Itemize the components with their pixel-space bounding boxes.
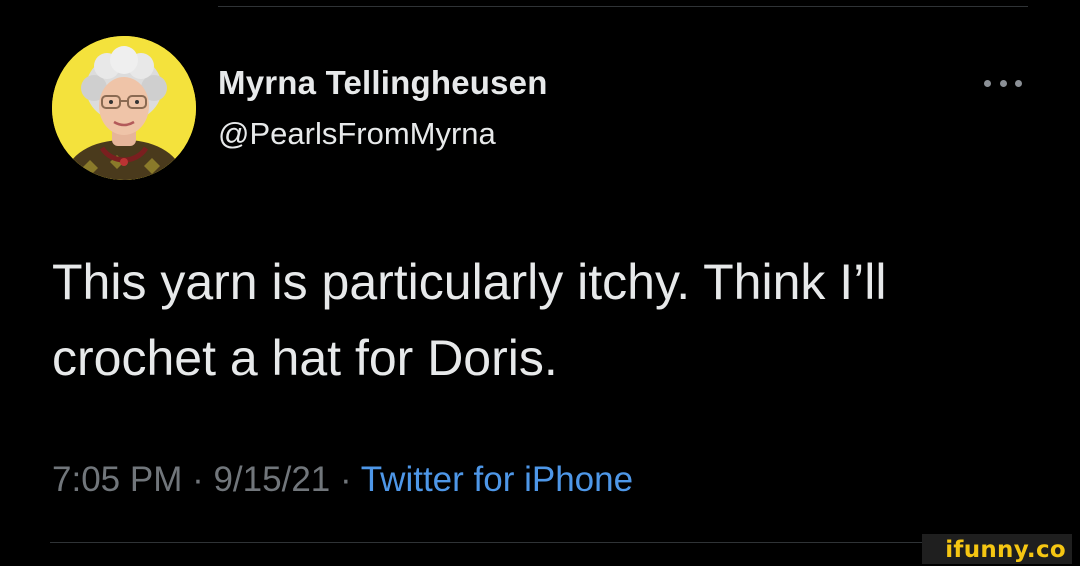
more-horizontal-icon [984,79,991,87]
profile-photo [52,36,196,180]
watermark-logo: ifunny.co [945,537,1066,563]
bottom-divider [50,542,1030,543]
tweet-text: This yarn is particularly itchy. Think I… [52,254,887,386]
more-horizontal-icon-dot [999,79,1007,87]
tweet-metadata: 7:05 PM · 9/15/21 · Twitter for iPhone [52,460,633,500]
user-handle[interactable]: @PearlsFromMyrna [218,116,496,152]
more-horizontal-icon-dot [1015,79,1022,87]
top-divider [218,6,1028,7]
tweet-source-link[interactable]: Twitter for iPhone [361,460,633,499]
avatar[interactable] [52,36,196,180]
tweet-time[interactable]: 7:05 PM [52,460,182,499]
tweet-card: Myrna Tellingheusen @PearlsFromMyrna Thi… [0,0,1080,566]
more-options-button[interactable] [980,70,1026,96]
tweet-date[interactable]: 9/15/21 [213,460,330,499]
watermark-badge: ifunny.co [922,534,1072,564]
meta-separator: · [330,460,361,499]
meta-separator: · [182,460,214,499]
display-name[interactable]: Myrna Tellingheusen [218,64,548,102]
